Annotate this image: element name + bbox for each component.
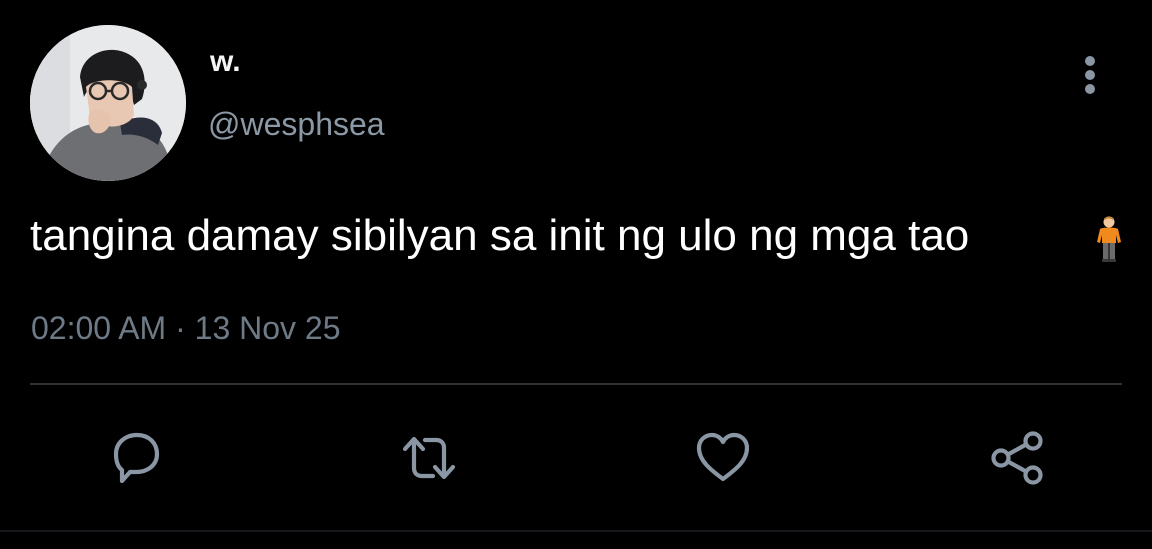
divider	[30, 383, 1122, 385]
avatar-photo	[30, 25, 186, 181]
author-display-name[interactable]: w.	[210, 44, 241, 80]
like-button[interactable]	[693, 428, 753, 488]
tweet-text: tangina damay sibilyan sa init ng ulo ng…	[30, 211, 970, 260]
heart-icon	[696, 432, 750, 482]
tweet-timestamp[interactable]: 02:00 AM · 13 Nov 25	[31, 308, 341, 348]
retweet-icon	[402, 436, 456, 480]
reply-button[interactable]	[106, 428, 166, 488]
share-icon	[991, 431, 1043, 485]
reply-icon	[113, 432, 160, 484]
person-standing-emoji	[1094, 216, 1124, 262]
retweet-button[interactable]	[399, 428, 459, 488]
share-button[interactable]	[988, 428, 1048, 488]
bottom-divider	[0, 530, 1152, 532]
tweet-card: w. @wesphsea tangina damay sibilyan sa i…	[0, 0, 1152, 549]
more-vertical-icon	[1085, 56, 1095, 94]
avatar[interactable]	[30, 25, 186, 181]
author-handle[interactable]: @wesphsea	[208, 104, 385, 144]
more-options-button[interactable]	[1070, 52, 1110, 100]
person-standing-icon	[1097, 216, 1121, 262]
